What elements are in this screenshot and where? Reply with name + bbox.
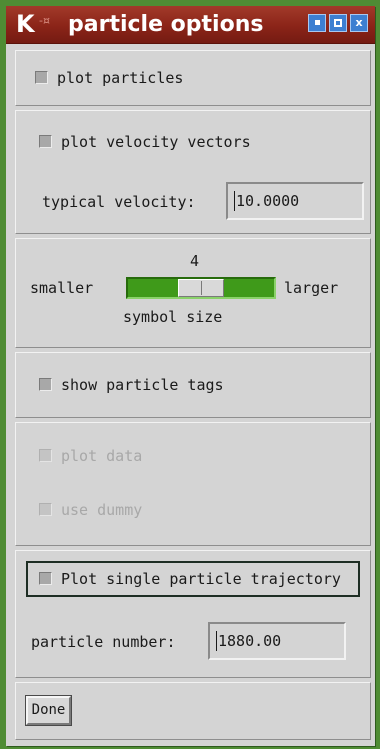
maximize-icon [334,19,342,27]
app-k-icon[interactable]: K [16,9,35,39]
symbol-size-slider[interactable] [126,277,276,299]
symbol-size-caption: symbol size [123,308,223,326]
symbol-size-value: 4 [190,252,200,270]
use-dummy-checkbox-indicator[interactable] [39,503,52,516]
particle-options-window: K -¤ particle options x plot particles p… [6,6,375,746]
particle-number-label: particle number: [31,633,176,651]
footer-panel: Done [15,682,371,740]
plot-particles-checkbox-indicator[interactable] [35,71,48,84]
plot-data-checkbox[interactable]: plot data [39,445,142,467]
plot-particles-checkbox[interactable]: plot particles [35,67,183,89]
particle-number-value: 1880.00 [218,632,282,650]
show-particle-tags-checkbox[interactable]: show particle tags [39,374,224,396]
typical-velocity-input[interactable]: 10.0000 [226,182,364,220]
slider-thumb-notch [201,281,202,295]
text-cursor [216,630,217,651]
plot-single-particle-trajectory-checkbox[interactable]: Plot single particle trajectory [39,568,341,590]
plot-velocity-vectors-checkbox-indicator[interactable] [39,135,52,148]
trajectory-label: Plot single particle trajectory [61,570,341,588]
done-button[interactable]: Done [25,695,72,726]
pin-icon[interactable]: -¤ [39,14,50,27]
close-icon: x [355,16,363,29]
plot-particles-label: plot particles [57,69,184,87]
slider-thumb[interactable] [178,279,224,297]
title-bar[interactable]: K -¤ particle options x [6,6,375,44]
larger-label: larger [284,279,339,297]
particle-number-input[interactable]: 1880.00 [208,622,346,660]
show-particle-tags-label: show particle tags [61,376,224,394]
plot-velocity-vectors-label: plot velocity vectors [61,133,251,151]
particle-tags-panel: show particle tags [15,352,371,418]
plot-velocity-vectors-checkbox[interactable]: plot velocity vectors [39,131,251,153]
symbol-size-panel: 4 smaller larger symbol size [15,238,371,348]
show-particle-tags-checkbox-indicator[interactable] [39,378,52,391]
typical-velocity-label: typical velocity: [42,193,196,211]
plot-data-checkbox-indicator[interactable] [39,449,52,462]
maximize-button[interactable] [329,14,347,32]
window-title: particle options [68,12,264,37]
typical-velocity-value: 10.0000 [236,192,300,210]
trajectory-panel: Plot single particle trajectory particle… [15,550,371,678]
minimize-button[interactable] [308,14,326,32]
use-dummy-checkbox[interactable]: use dummy [39,499,142,521]
minimize-icon [314,20,320,25]
close-button[interactable]: x [350,14,368,32]
text-cursor [234,190,235,211]
plot-data-label: plot data [61,447,143,465]
plot-particles-panel: plot particles [15,50,371,106]
trajectory-checkbox-indicator[interactable] [39,572,52,585]
velocity-panel: plot velocity vectors typical velocity: … [15,110,371,234]
use-dummy-label: use dummy [61,501,143,519]
smaller-label: smaller [30,279,94,297]
disabled-options-panel: plot data use dummy [15,422,371,546]
